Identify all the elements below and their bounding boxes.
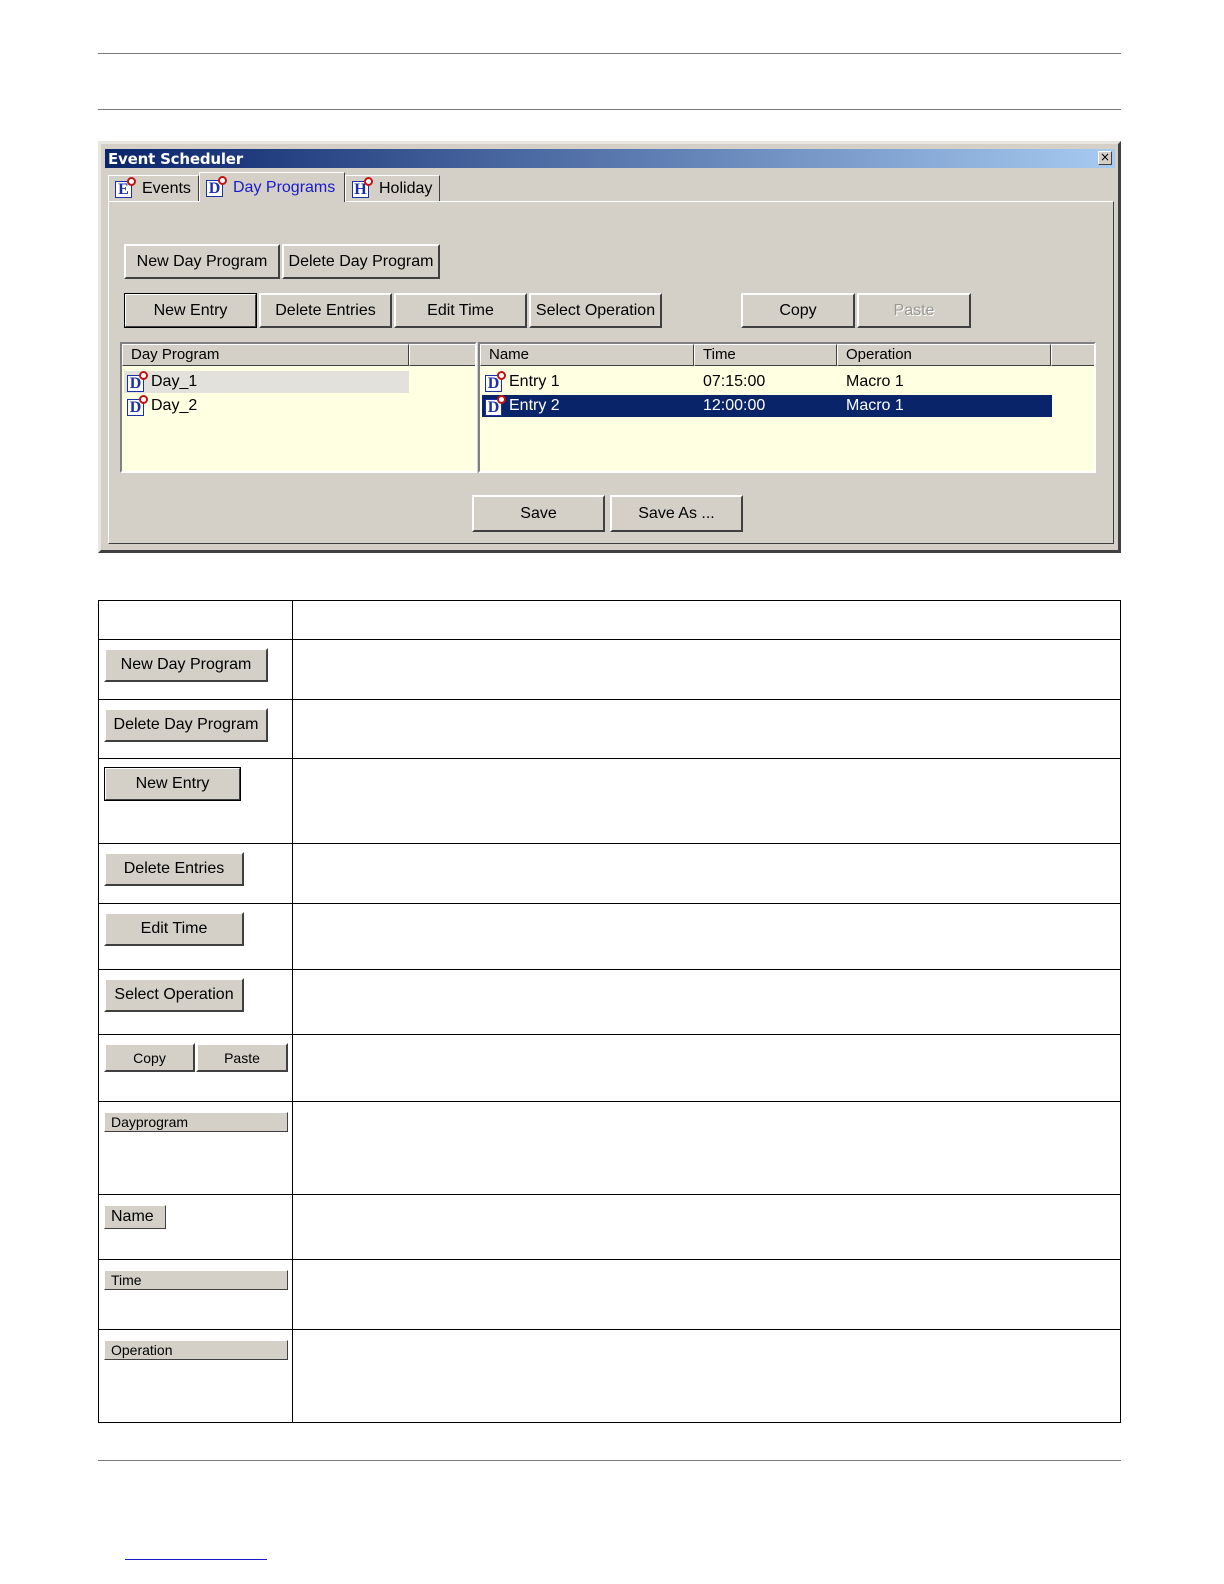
new-day-program-button[interactable]: New Day Program <box>124 244 280 279</box>
edit-time-sample-button: Edit Time <box>104 912 244 946</box>
delete-entries-button[interactable]: Delete Entries <box>259 293 392 328</box>
tab-events-label: Events <box>142 179 191 197</box>
entry-name: Entry 1 <box>509 373 560 390</box>
entry-name: Entry 2 <box>509 397 560 414</box>
day-program-label: Day_2 <box>151 397 198 414</box>
table-row: Delete Entries <box>98 843 1121 904</box>
button-description-table: New Day Program Delete Day Program New E… <box>98 600 1121 1423</box>
day-program-icon: D <box>127 371 148 393</box>
table-row: Edit Time <box>98 903 1121 970</box>
new-entry-sample-button: New Entry <box>104 767 241 801</box>
edit-time-button[interactable]: Edit Time <box>394 293 527 328</box>
time-sample-header: Time <box>104 1270 288 1290</box>
footer-link-underline <box>125 1559 267 1560</box>
dayprogram-sample-header: Dayprogram <box>104 1112 288 1132</box>
name-sample-header: Name <box>104 1205 166 1229</box>
list-item[interactable]: D Day_1 <box>124 371 409 393</box>
entry-time: 07:15:00 <box>703 373 766 390</box>
top-rule <box>98 53 1121 54</box>
entry-operation: Macro 1 <box>846 397 904 414</box>
day-programs-tab-icon: D <box>206 175 227 198</box>
tab-day-programs-label: Day Programs <box>233 178 336 196</box>
event-scheduler-dialog: Event Scheduler × E Events D Day Program… <box>98 141 1121 553</box>
tab-holiday-label: Holiday <box>379 179 433 197</box>
time-column-header[interactable]: Time <box>694 344 837 366</box>
entry-operation: Macro 1 <box>846 373 904 390</box>
operation-column-header[interactable]: Operation <box>837 344 1051 366</box>
table-row: New Day Program <box>98 639 1121 700</box>
holiday-tab-icon: H <box>352 176 373 199</box>
tab-events[interactable]: E Events <box>108 175 199 202</box>
new-day-program-sample-button: New Day Program <box>104 648 268 682</box>
select-operation-sample-button: Select Operation <box>104 978 244 1012</box>
delete-day-program-sample-button: Delete Day Program <box>104 708 268 742</box>
tab-day-programs[interactable]: D Day Programs <box>199 172 345 202</box>
table-row: Delete Day Program <box>98 699 1121 759</box>
day-program-list[interactable]: Day Program D Day_1 D Day_2 <box>120 342 477 473</box>
events-tab-icon: E <box>115 176 136 199</box>
delete-entries-sample-button: Delete Entries <box>104 852 244 886</box>
table-row[interactable]: D Entry 1 07:15:00 Macro 1 <box>482 371 1052 393</box>
entry-list[interactable]: Name Time Operation D Entry 1 07:15:00 M… <box>478 342 1096 473</box>
table-row: Name <box>98 1194 1121 1260</box>
operation-sample-header: Operation <box>104 1340 288 1360</box>
title-bar[interactable]: Event Scheduler × <box>105 149 1115 168</box>
new-entry-button[interactable]: New Entry <box>124 293 257 328</box>
table-row: Select Operation <box>98 969 1121 1035</box>
table-row: Dayprogram <box>98 1101 1121 1195</box>
day-program-filler-header <box>409 344 475 366</box>
day-program-icon: D <box>127 395 148 417</box>
day-program-column-header[interactable]: Day Program <box>122 344 409 366</box>
table-header-row <box>98 600 1121 640</box>
day-programs-panel: New Day Program Delete Day Program New E… <box>108 201 1114 544</box>
footer-rule <box>98 1460 1121 1461</box>
entry-icon: D <box>485 371 506 393</box>
close-icon[interactable]: × <box>1098 151 1112 165</box>
dialog-title: Event Scheduler <box>108 150 243 168</box>
tab-holiday[interactable]: H Holiday <box>345 175 440 202</box>
entry-filler-header <box>1051 344 1094 366</box>
name-column-header[interactable]: Name <box>480 344 694 366</box>
table-row: New Entry <box>98 758 1121 844</box>
entry-time: 12:00:00 <box>703 397 766 414</box>
paste-sample-button: Paste <box>196 1043 288 1072</box>
copy-button[interactable]: Copy <box>741 293 855 328</box>
table-row: Operation <box>98 1329 1121 1423</box>
table-row[interactable]: D Entry 2 12:00:00 Macro 1 <box>482 395 1052 417</box>
save-as-button[interactable]: Save As ... <box>610 495 743 532</box>
table-row: Copy Paste <box>98 1034 1121 1102</box>
entry-icon: D <box>485 395 506 417</box>
save-button[interactable]: Save <box>472 495 605 532</box>
table-row: Time <box>98 1259 1121 1330</box>
header-rule <box>98 109 1121 110</box>
day-program-label: Day_1 <box>151 373 198 390</box>
delete-day-program-button[interactable]: Delete Day Program <box>282 244 440 279</box>
paste-button[interactable]: Paste <box>857 293 971 328</box>
list-item[interactable]: D Day_2 <box>124 395 409 417</box>
copy-sample-button: Copy <box>104 1043 195 1072</box>
select-operation-button[interactable]: Select Operation <box>529 293 662 328</box>
